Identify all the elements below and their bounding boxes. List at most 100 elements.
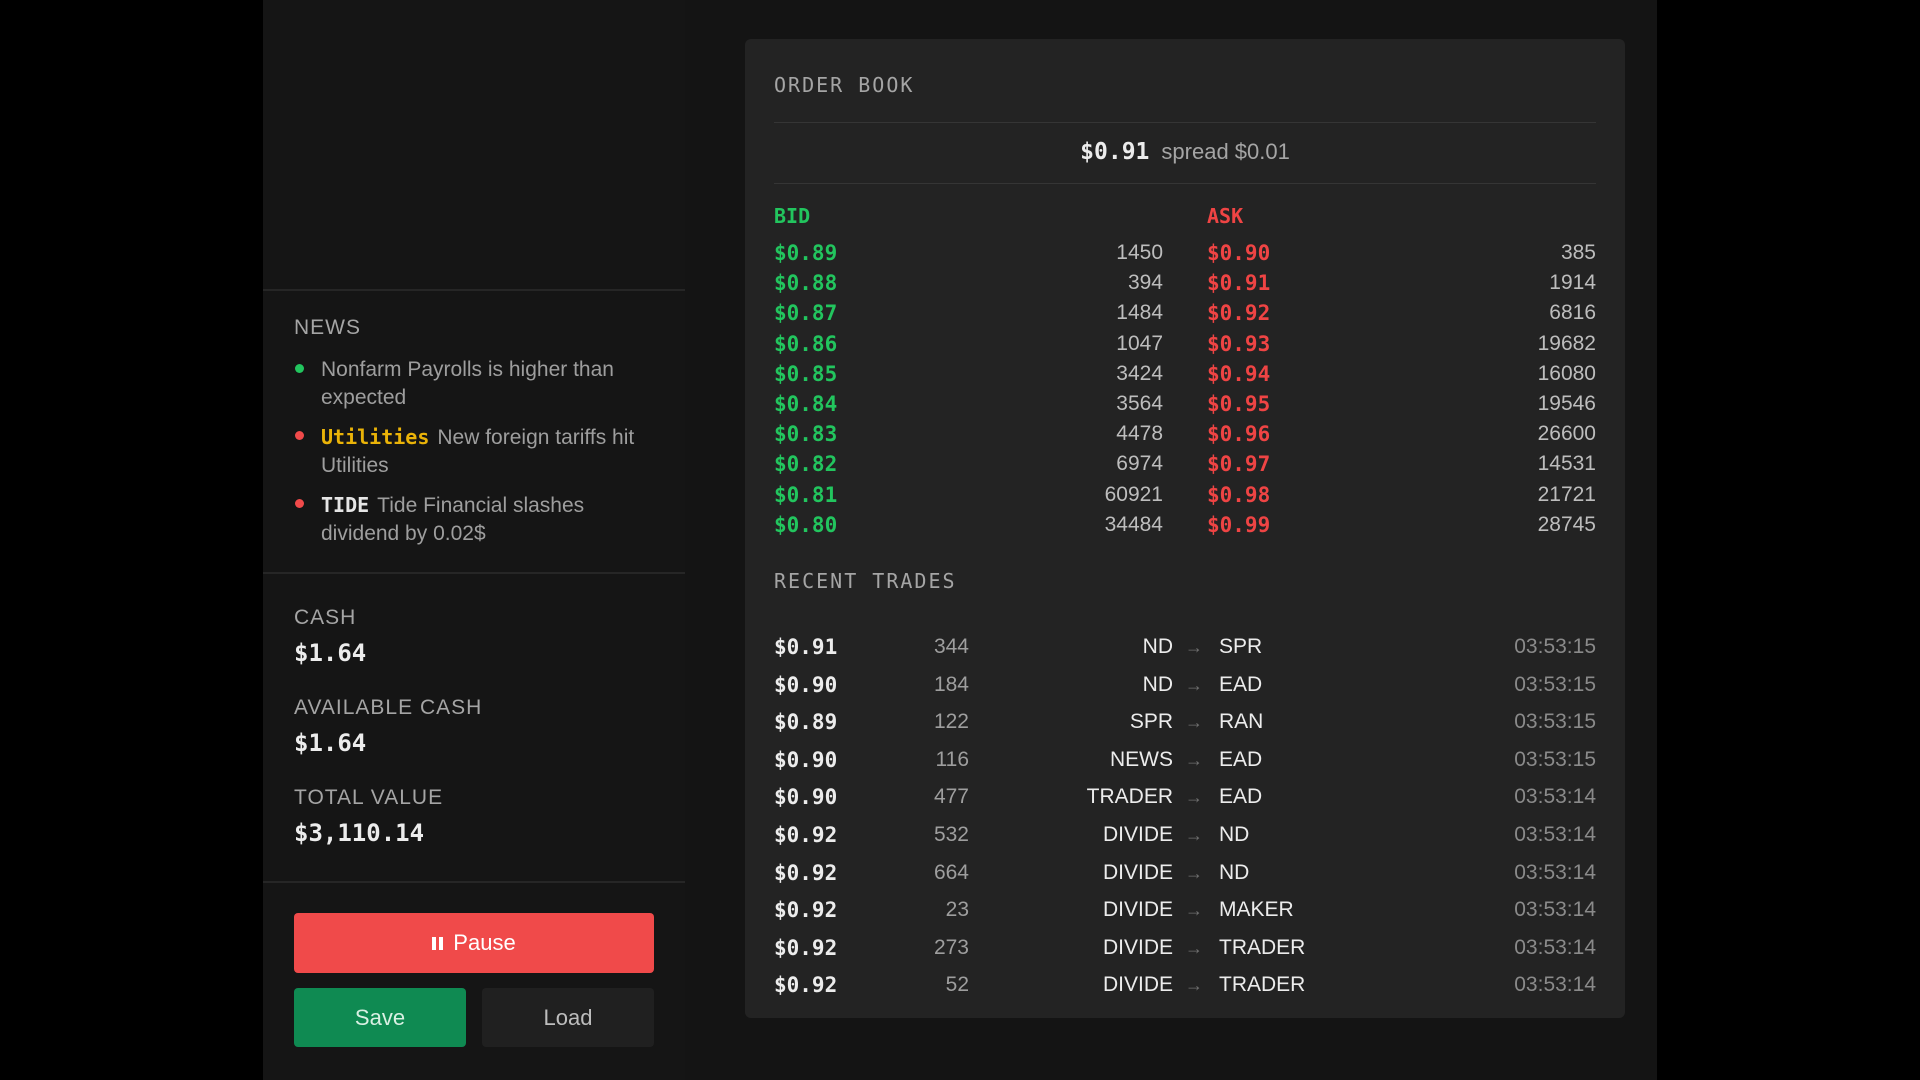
trade-price: $0.91 (774, 635, 838, 659)
ask-row: $0.95 19546 (1207, 389, 1596, 419)
mid-price: $0.91 (1080, 139, 1150, 165)
bid-row: $0.87 1484 (774, 298, 1163, 328)
ask-row: $0.98 21721 (1207, 480, 1596, 510)
news-dot-icon (295, 431, 304, 440)
ask-qty: 19682 (1537, 331, 1596, 355)
trade-qty: 52 (945, 973, 969, 997)
trade-to: EAD (1219, 785, 1263, 809)
trade-time: 03:53:14 (1514, 973, 1596, 997)
trade-price: $0.92 (774, 860, 838, 885)
trade-from: DIVIDE (1102, 935, 1173, 959)
trade-time: 03:53:14 (1514, 785, 1596, 809)
bid-price: $0.80 (774, 512, 838, 537)
ask-price: $0.92 (1207, 301, 1271, 326)
ask-header: ASK (1207, 204, 1244, 228)
trade-from: DIVIDE (1102, 822, 1173, 846)
bid-row: $0.86 1047 (774, 329, 1163, 359)
bid-price: $0.81 (774, 482, 838, 507)
news-tag: Utilities (321, 425, 430, 449)
trade-from: ND (1142, 635, 1173, 658)
ask-price: $0.97 (1207, 452, 1271, 477)
trade-time: 03:53:14 (1514, 860, 1596, 884)
bids-list: $0.89 1450 $0.88 394 $0.87 1484 $0.86 1047 $0.85… (774, 238, 1163, 540)
order-book-title: ORDER BOOK (774, 73, 915, 97)
news-dot-icon (295, 499, 304, 508)
ask-row: $0.93 19682 (1207, 329, 1596, 359)
arrow-right-icon: → (1185, 862, 1203, 883)
trade-from: ND (1142, 672, 1173, 696)
trade-qty: 532 (933, 822, 969, 846)
trade-from: TRADER (1086, 785, 1173, 809)
arrow-right-icon: → (1185, 975, 1203, 996)
trade-from: NEWS (1110, 747, 1173, 771)
ask-row: $0.96 26600 (1207, 419, 1596, 449)
arrow-right-icon: → (1185, 749, 1203, 770)
main-area: ORDER BOOK $0.91 spread $0.01 BID ASK $0.… (685, 0, 1657, 1080)
trade-price: $0.92 (774, 822, 838, 847)
ask-row: $0.92 6816 (1207, 298, 1596, 328)
trade-qty: 184 (933, 672, 969, 696)
arrow-right-icon: → (1185, 824, 1203, 845)
news-text: Nonfarm Payrolls is higher than expected (321, 358, 614, 409)
cash-label: CASH (294, 606, 357, 629)
bid-row: $0.83 4478 (774, 419, 1163, 449)
ask-qty: 28745 (1537, 512, 1596, 536)
order-book-panel: ORDER BOOK $0.91 spread $0.01 BID ASK $0.… (745, 39, 1625, 1018)
trade-row: $0.92 532 DIVIDE → ND 03:53:14 (774, 820, 1596, 858)
bid-qty: 3424 (1116, 361, 1163, 385)
trade-time: 03:53:15 (1514, 747, 1596, 771)
save-button[interactable]: Save (294, 988, 466, 1047)
ask-price: $0.96 (1207, 422, 1271, 447)
trade-to: EAD (1219, 747, 1263, 771)
ask-price: $0.91 (1207, 271, 1271, 296)
bid-row: $0.80 34484 (774, 510, 1163, 540)
trade-to: TRADER (1219, 935, 1306, 959)
news-title: NEWS (294, 316, 361, 339)
trade-qty: 122 (933, 710, 969, 734)
trade-to: SPR (1219, 635, 1263, 658)
bid-price: $0.88 (774, 271, 838, 296)
trade-row: $0.92 23 DIVIDE → MAKER 03:53:14 (774, 895, 1596, 933)
trade-to: ND (1219, 860, 1250, 884)
trade-price: $0.90 (774, 785, 838, 810)
trade-qty: 273 (933, 935, 969, 959)
arrow-right-icon: → (1185, 937, 1203, 958)
ask-row: $0.99 28745 (1207, 510, 1596, 540)
total-value-value: $3,110.14 (294, 819, 425, 847)
trade-time: 03:53:14 (1514, 822, 1596, 846)
trade-price: $0.90 (774, 747, 838, 772)
trade-time: 03:53:15 (1514, 635, 1596, 658)
trade-from: DIVIDE (1102, 973, 1173, 997)
cash-value: $1.64 (294, 639, 367, 667)
bid-row: $0.82 6974 (774, 449, 1163, 479)
pause-button[interactable]: Pause (294, 913, 654, 973)
divider (263, 572, 685, 574)
trade-to: MAKER (1219, 898, 1294, 922)
available-cash-value: $1.64 (294, 729, 367, 757)
news-dot-icon (295, 364, 304, 373)
bid-price: $0.87 (774, 301, 838, 326)
news-item: Nonfarm Payrolls is higher than expected (294, 356, 664, 412)
arrow-right-icon: → (1185, 900, 1203, 921)
trade-time: 03:53:14 (1514, 935, 1596, 959)
trade-from: DIVIDE (1102, 898, 1173, 922)
trade-row: $0.90 116 NEWS → EAD 03:53:15 (774, 745, 1596, 783)
load-button[interactable]: Load (482, 988, 654, 1047)
bid-row: $0.84 3564 (774, 389, 1163, 419)
ask-qty: 16080 (1537, 361, 1596, 385)
trade-qty: 664 (933, 860, 969, 884)
bid-price: $0.89 (774, 241, 838, 265)
news-item: TIDE Tide Financial slashes dividend by 0… (294, 491, 664, 548)
ask-price: $0.99 (1207, 512, 1271, 537)
trade-to: RAN (1219, 710, 1264, 734)
bid-price: $0.85 (774, 361, 838, 386)
ask-qty: 21721 (1537, 482, 1596, 506)
spread-text: spread $0.01 (1161, 139, 1290, 164)
trade-to: TRADER (1219, 973, 1306, 997)
sidebar: NEWS Nonfarm Payrolls is higher than exp… (263, 0, 685, 1080)
bid-row: $0.88 394 (774, 268, 1163, 298)
bid-price: $0.86 (774, 331, 838, 356)
divider (774, 183, 1596, 184)
trade-qty: 23 (945, 898, 969, 922)
bid-qty: 1450 (1116, 241, 1163, 264)
